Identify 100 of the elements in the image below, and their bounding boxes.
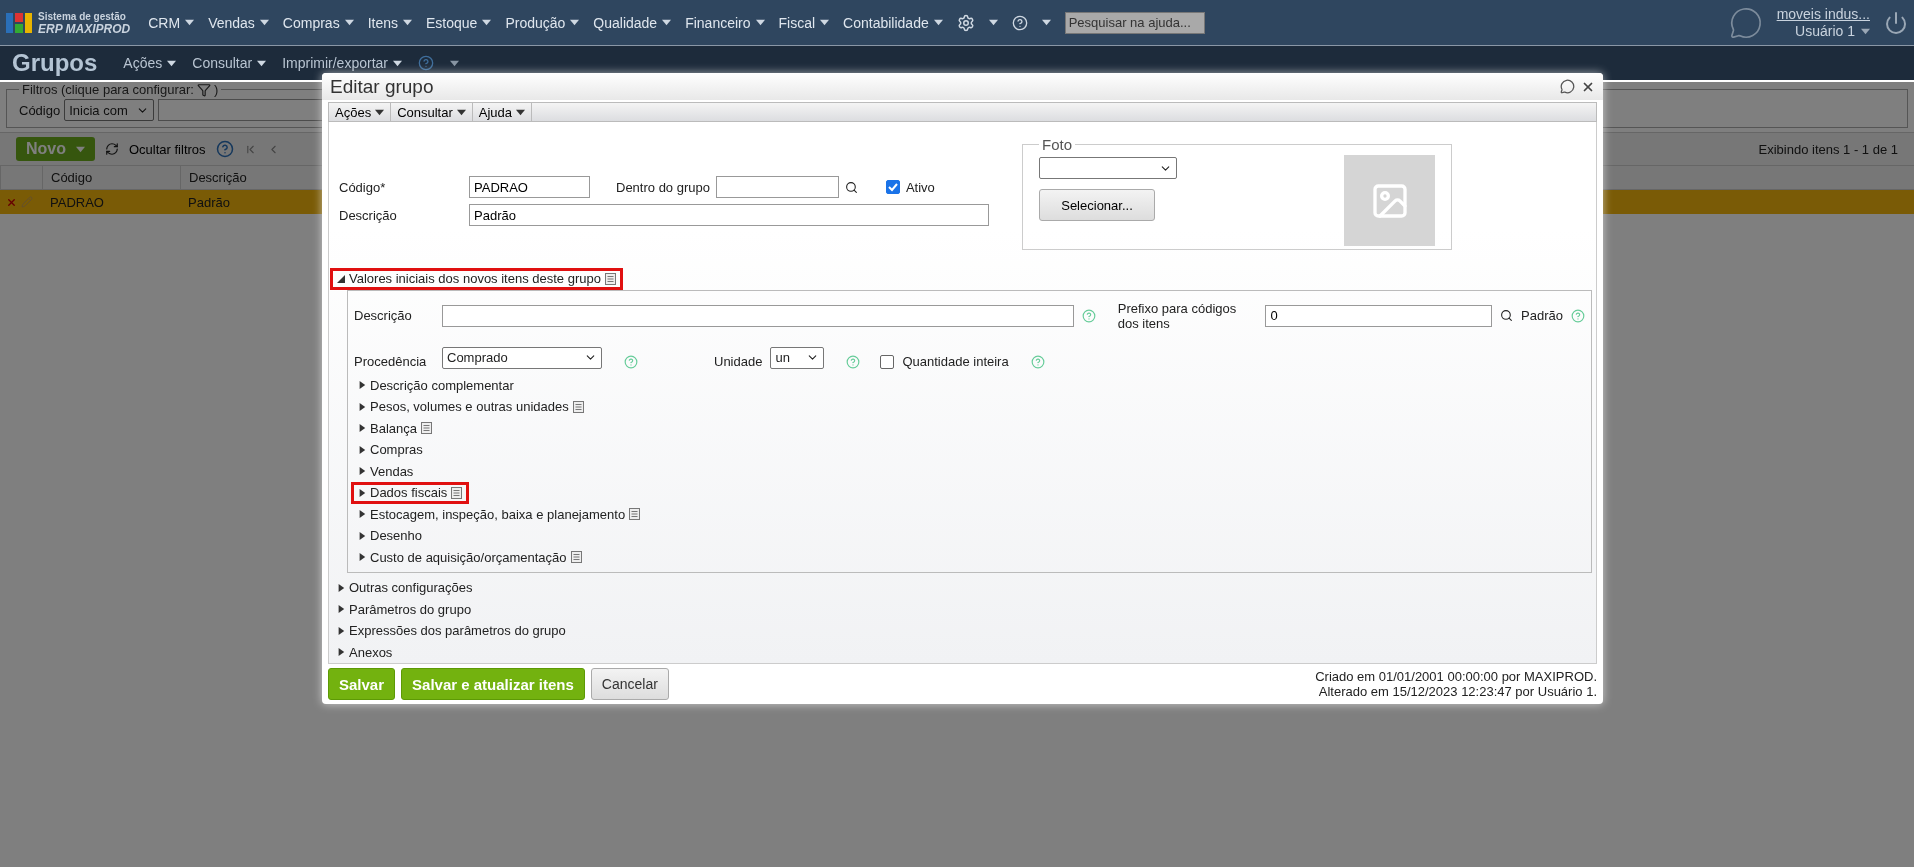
menu-item[interactable]: CRM [148,14,195,31]
menu-item[interactable]: Estoque [426,14,492,31]
settings-icon[interactable] [956,13,975,32]
note-icon[interactable] [572,400,584,413]
field-label: Unidade [714,353,763,369]
caret-icon [375,107,385,117]
section-header[interactable]: Outras configurações [330,577,480,599]
menu-item[interactable]: Consultar [192,55,267,71]
field-label: Descrição [339,207,398,223]
select-field[interactable]: Comprado [442,346,602,369]
checkbox-label: Quantidade inteira [902,353,1009,369]
input-field[interactable] [441,304,1074,327]
section-header[interactable]: Balança [351,417,439,440]
expand-icon [358,402,366,411]
section-header[interactable]: Anexos [330,641,400,664]
caret-icon [403,18,412,27]
field-label: Dentro do grupo [616,179,710,195]
section-header[interactable]: Vendas [351,460,421,483]
expand-icon [337,648,345,657]
table-cell-text: Padrão [187,194,230,210]
note-icon[interactable] [421,422,432,435]
checkbox-label: Ativo [905,179,935,195]
search-field[interactable]: Pesquisar na ajuda... [1064,11,1205,34]
expand-icon [337,626,345,635]
caret-icon [393,58,402,68]
section-header[interactable]: Pesos, volumes e outras unidades [351,396,591,418]
section-header[interactable]: Expressões dos parâmetros do grupo [330,620,573,642]
menu-item[interactable]: Contabilidade [843,14,943,31]
select-field[interactable]: Inicia com [64,99,155,121]
menu-item[interactable]: Vendas [208,14,269,31]
section-header[interactable]: Compras [351,439,430,461]
power-icon[interactable] [1884,10,1908,35]
logo-text: ERP MAXIPROD [38,22,131,36]
section-header[interactable]: Estocagem, inspeção, baixa e planejamento [351,503,648,526]
logo-text: Sistema de gestão [38,9,127,23]
filter-legend: ) [213,82,219,97]
note-icon[interactable] [604,272,616,285]
caret-icon [570,18,580,27]
cancel-button[interactable]: Cancelar [590,668,669,701]
select-field[interactable] [1039,157,1177,180]
checkbox[interactable] [880,354,895,369]
page-title: Grupos [12,49,98,77]
menu-item[interactable]: Fiscal [778,14,830,31]
menu-item[interactable]: Ajuda [472,103,533,122]
created-text: Criado em 01/01/2001 00:00:00 por MAXIPROD. [1315,669,1597,685]
help-icon[interactable] [215,140,234,158]
section-header[interactable]: Descrição complementar [351,374,521,397]
chat-icon[interactable] [1560,79,1575,95]
menu-item[interactable]: Consultar [391,103,473,122]
field-label: Padrão [1521,308,1563,324]
section-header[interactable]: Dados fiscais [351,482,470,504]
help-icon[interactable] [418,55,434,71]
filter-icon[interactable] [196,82,211,97]
caret-icon [933,18,943,27]
select-photo-button[interactable]: Selecionar... [1039,189,1155,222]
menu-item[interactable]: Produção [505,14,580,31]
company-link[interactable]: moveis indus... [1776,5,1870,23]
menu-item[interactable]: Imprimir/exportar [282,55,402,71]
menu-item[interactable]: Qualidade [593,14,672,31]
caret-icon [1041,18,1051,27]
note-icon[interactable] [451,486,463,499]
caret-icon [662,18,672,27]
search-icon[interactable] [844,180,858,194]
section-header[interactable]: Parâmetros do grupo [330,598,479,621]
expand-icon [358,445,366,454]
input-field[interactable]: 0 [1265,304,1493,327]
input-field[interactable]: Padrão [469,204,989,227]
select-field[interactable]: un [770,346,825,369]
expand-icon [337,605,345,614]
field-label: Procedência [354,353,428,369]
hide-filters-button[interactable]: Ocultar filtros [129,141,206,157]
caret-icon [185,18,195,27]
user-menu[interactable]: Usuário 1 [1795,22,1870,40]
expand-icon [358,531,366,540]
menu-item[interactable]: Itens [367,14,412,31]
section-header[interactable]: Valores iniciais dos novos itens deste grupo [330,268,623,290]
refresh-icon[interactable] [105,142,119,156]
input-field[interactable]: PADRAO [469,176,590,199]
search-icon[interactable] [1500,309,1514,323]
menu-item[interactable]: Financeiro [685,14,765,31]
section-header[interactable]: Custo de aquisição/orçamentação [351,546,589,569]
column-header[interactable]: Código [42,166,180,189]
caret-icon [1861,26,1870,36]
section-header[interactable]: Desenho [351,525,430,547]
menu-item[interactable]: Compras [282,14,354,31]
checkbox[interactable] [885,180,900,195]
chat-icon[interactable] [1728,5,1763,40]
menu-item[interactable]: Ações [123,55,177,71]
note-icon[interactable] [629,508,641,521]
note-icon[interactable] [570,551,582,564]
table-cell-text: PADRAO [49,194,104,210]
caret-icon [755,18,765,27]
caret-icon [259,18,269,27]
expand-icon [358,424,366,433]
expand-icon [358,381,366,390]
menu-item[interactable]: Ações [329,103,392,122]
input-field[interactable] [715,176,839,199]
field-label: Prefixo para códigos dos itens [1117,300,1238,331]
delete-icon[interactable] [6,196,17,208]
filter-legend[interactable]: Filtros (clique para configurar: [22,82,194,97]
